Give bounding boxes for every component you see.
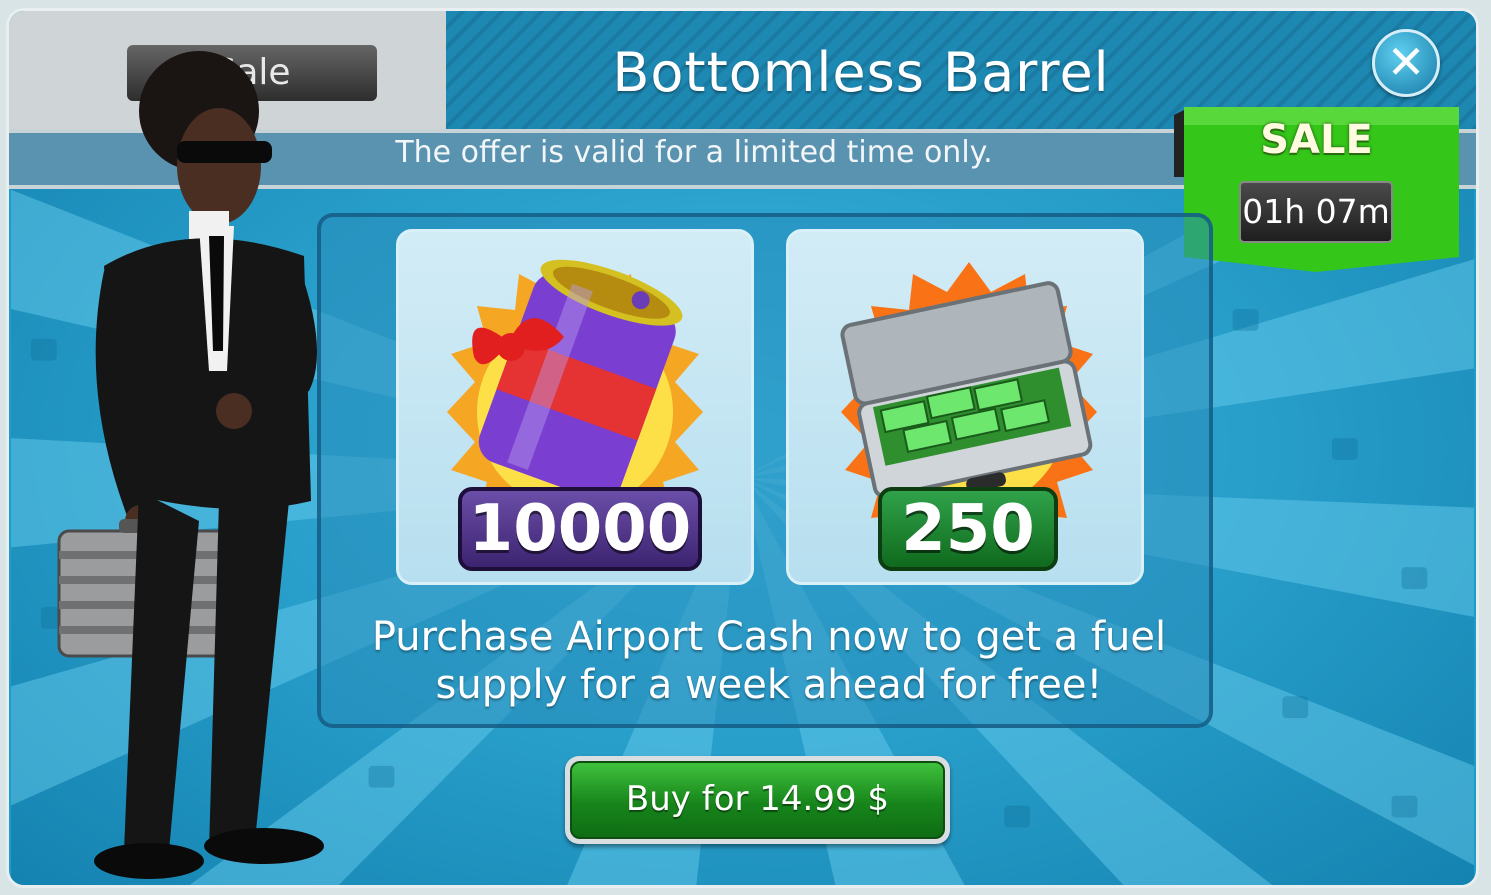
character-illustration <box>57 51 324 879</box>
close-icon: ✕ <box>1386 35 1426 89</box>
offer-dialog: Sale Bottomless Barrel The offer is vali… <box>6 8 1479 888</box>
cash-amount-badge: 250 <box>878 487 1058 571</box>
buy-button[interactable]: Buy for 14.99 $ <box>565 756 950 844</box>
sale-timer: 01h 07m <box>1239 181 1393 243</box>
sale-label: SALE <box>1260 117 1373 163</box>
buy-button-label: Buy for 14.99 $ <box>570 761 945 839</box>
fuel-amount-badge: 10000 <box>458 487 702 571</box>
close-button[interactable]: ✕ <box>1372 29 1440 97</box>
dialog-title: Bottomless Barrel <box>612 41 1110 104</box>
offer-description: Purchase Airport Cash now to get a fuel … <box>371 614 1167 708</box>
